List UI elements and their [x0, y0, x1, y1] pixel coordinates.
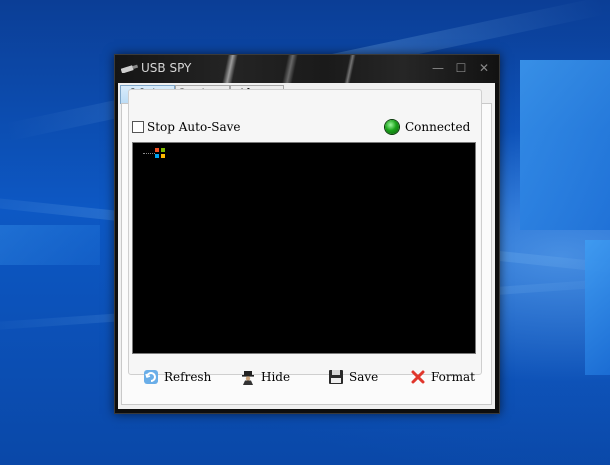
maximize-button[interactable]: ☐ [451, 59, 471, 77]
usb-spy-window: USB SPY — ☐ ✕ Main Options About Stop Au… [114, 54, 500, 414]
red-x-icon [411, 370, 425, 384]
save-label: Save [349, 370, 379, 384]
title-bar[interactable]: USB SPY — ☐ ✕ [115, 55, 499, 83]
close-button[interactable]: ✕ [474, 59, 494, 77]
hide-button[interactable]: Hide [240, 367, 290, 387]
save-button[interactable]: Save [328, 367, 378, 387]
format-button[interactable]: Format [410, 367, 475, 387]
connection-status-led-icon [385, 120, 399, 134]
refresh-icon [144, 370, 158, 384]
refresh-label: Refresh [164, 370, 212, 384]
window-title: USB SPY [141, 61, 192, 75]
spy-hat-icon [242, 371, 254, 385]
tree-connector [143, 153, 155, 154]
refresh-button[interactable]: Refresh [143, 367, 211, 387]
connection-status-label: Connected [405, 120, 471, 134]
windows-logo-icon [155, 148, 165, 158]
stop-autosave-checkbox[interactable] [132, 121, 144, 133]
usb-drive-icon [121, 64, 139, 73]
minimize-button[interactable]: — [428, 59, 448, 77]
device-log-console[interactable] [132, 142, 476, 354]
hide-label: Hide [261, 370, 291, 384]
stop-autosave-label[interactable]: Stop Auto-Save [147, 120, 241, 134]
format-label: Format [431, 370, 475, 384]
floppy-disk-icon [329, 370, 343, 384]
